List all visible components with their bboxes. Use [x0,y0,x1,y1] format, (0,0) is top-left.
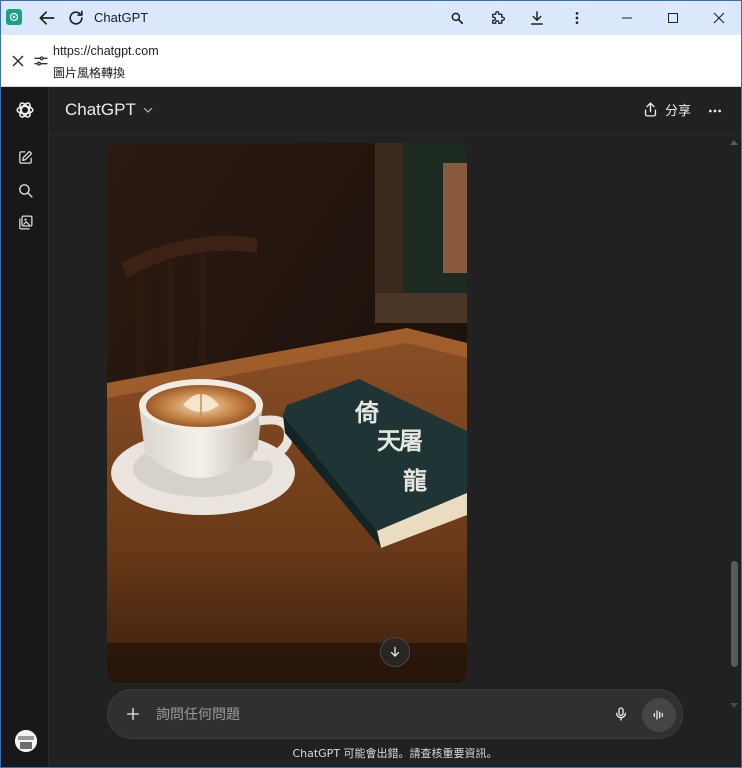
coffee-book-illustration: 倚 天 屠 龍 [107,143,467,683]
images-icon [18,214,33,230]
waveform-icon [653,710,663,720]
scroll-up-arrow-icon [730,140,738,145]
sidebar [1,87,49,767]
book-title-char-3: 屠 [399,427,423,455]
browser-window: ChatGPT https://chatgpt.com 圖片風格轉換 ChatG… [0,0,742,768]
user-avatar-icon [15,730,37,752]
book-title-char-4: 龍 [403,467,427,495]
reload-button[interactable] [64,6,88,30]
message-input[interactable] [156,704,596,726]
close-icon [12,55,24,67]
openai-logo-icon [16,102,34,118]
kebab-menu-icon [575,12,579,24]
disclaimer: ChatGPT 可能會出錯。請查核重要資訊。 [292,747,498,760]
openai-logo-button[interactable] [13,98,37,122]
more-options-button[interactable] [703,99,727,123]
close-icon [713,12,725,24]
extensions-button[interactable] [486,6,510,30]
chat-header: ChatGPT 分享 [49,87,741,135]
more-horizontal-icon [709,109,721,113]
close-app-bar-button[interactable] [9,52,27,70]
magnifier-icon [451,12,464,25]
microphone-icon [616,707,626,721]
tab-title: ChatGPT [94,10,149,25]
model-selector[interactable]: ChatGPT [65,100,154,120]
chevron-down-icon [143,107,152,113]
search-chats-button[interactable] [13,178,37,202]
arrow-down-icon [390,646,400,657]
puzzle-icon [492,11,505,24]
share-button[interactable]: 分享 [642,100,691,119]
close-window-button[interactable] [707,6,731,30]
avatar[interactable] [15,730,37,752]
library-button[interactable] [13,210,37,234]
book-title-char-2: 天 [377,427,401,455]
title-bar: ChatGPT [1,1,741,35]
maximize-button[interactable] [661,6,685,30]
browser-menu-button[interactable] [565,6,589,30]
new-chat-button[interactable] [13,145,37,169]
voice-mode-button[interactable] [642,698,676,732]
download-icon [531,11,543,25]
page-subtitle: 圖片風格轉換 [53,66,126,80]
refresh-icon [69,10,83,25]
zoom-button[interactable] [445,6,469,30]
share-label: 分享 [664,104,691,119]
scroll-to-bottom-button[interactable] [380,637,410,667]
site-settings-button[interactable] [32,52,50,70]
model-label: ChatGPT [65,100,136,119]
search-icon [18,183,33,198]
back-button[interactable] [35,6,59,30]
plus-icon [127,708,139,720]
scroll-thumb[interactable] [731,561,738,667]
page-url: https://chatgpt.com [53,44,159,58]
scroll-down-arrow-icon [730,703,738,708]
book-title-char-1: 倚 [354,399,379,427]
chatgpt-app-icon [6,9,22,25]
generated-image[interactable]: 倚 天 屠 龍 [107,143,467,683]
tune-icon [34,56,48,66]
maximize-icon [668,13,678,23]
chat-scrollbar[interactable] [728,135,740,713]
downloads-button[interactable] [525,6,549,30]
share-icon [644,102,657,117]
minimize-button[interactable] [615,6,639,30]
arrow-left-icon [39,11,55,25]
address-bar: https://chatgpt.com 圖片風格轉換 [1,35,741,87]
minimize-icon [622,17,632,19]
message-composer [107,689,683,739]
edit-icon [18,150,32,164]
dictate-button[interactable] [610,703,632,725]
attach-button[interactable] [122,703,144,725]
